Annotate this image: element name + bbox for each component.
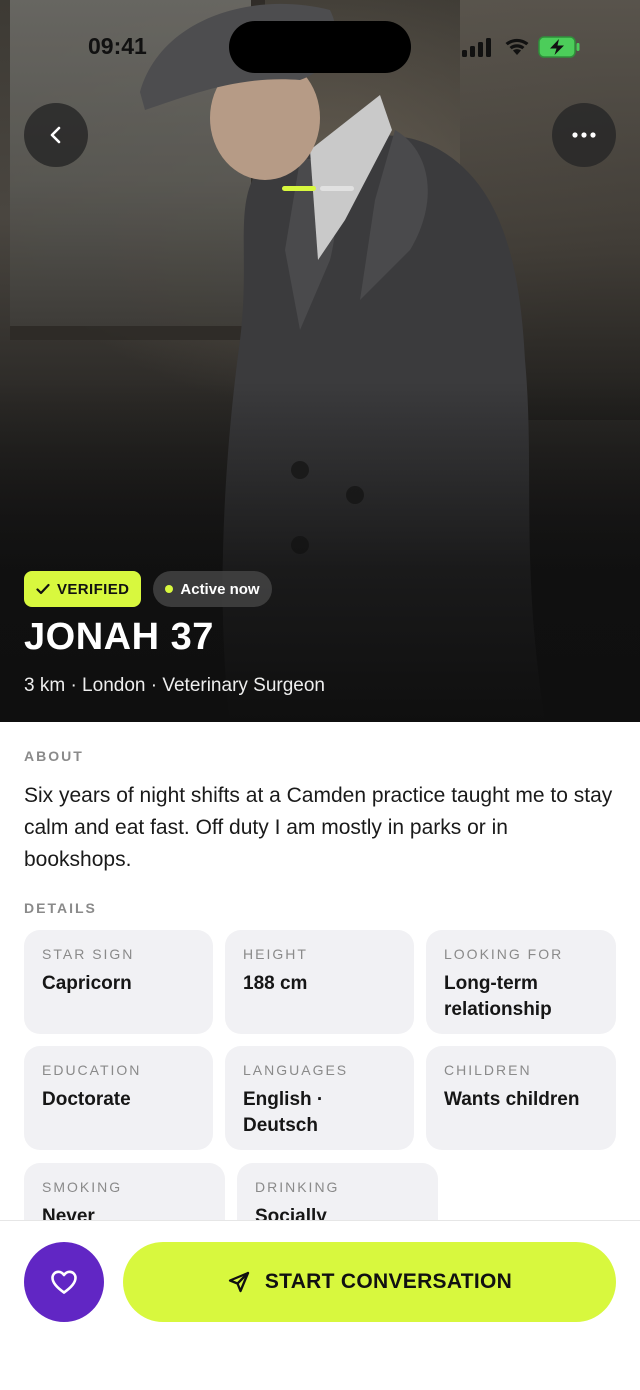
photo-pager: [282, 186, 354, 191]
more-options-button[interactable]: [552, 103, 616, 167]
start-conversation-label: START CONVERSATION: [264, 1270, 513, 1293]
detail-key: EDUCATION: [42, 1062, 142, 1078]
verified-label: VERIFIED: [57, 580, 130, 598]
detail-key: STAR SIGN: [42, 946, 135, 962]
wifi-icon: [505, 38, 529, 55]
active-dot-icon: [165, 585, 174, 593]
detail-card-languages: LANGUAGES English · Deutsch: [225, 1046, 414, 1150]
like-button[interactable]: [24, 1242, 104, 1322]
detail-card-children: CHILDREN Wants children: [426, 1046, 616, 1150]
photo-gradient-overlay: [0, 382, 640, 722]
detail-card-looking-for: LOOKING FOR Long-term relationship: [426, 930, 616, 1034]
details-scroll-clip: SMOKING Never DRINKING Socially: [0, 1150, 640, 1220]
chevron-left-icon: [50, 126, 61, 144]
back-button[interactable]: [24, 103, 88, 167]
detail-value: Wants children: [444, 1089, 580, 1110]
send-icon: [228, 1271, 249, 1293]
detail-value: Never: [42, 1206, 95, 1220]
battery-charging-icon: [538, 36, 580, 58]
heart-icon: [51, 1270, 77, 1294]
detail-value: Doctorate: [42, 1089, 131, 1110]
status-badges: VERIFIED Active now: [24, 571, 272, 607]
profile-subline: 3 km · London · Veterinary Surgeon: [24, 675, 326, 696]
pager-dot[interactable]: [320, 186, 354, 191]
pager-dot-active[interactable]: [282, 186, 316, 191]
detail-card-smoking: SMOKING Never: [24, 1163, 225, 1220]
detail-value: 188 cm: [243, 973, 308, 994]
start-conversation-button[interactable]: START CONVERSATION: [123, 1242, 616, 1322]
dynamic-island: [229, 21, 411, 73]
detail-card-education: EDUCATION Doctorate: [24, 1046, 213, 1150]
details-heading: DETAILS: [24, 900, 97, 916]
detail-key: SMOKING: [42, 1179, 123, 1195]
profile-name: JONAH 37: [24, 616, 214, 658]
active-status-badge: Active now: [153, 571, 272, 607]
detail-value: Long-term relationship: [444, 973, 552, 1020]
detail-key: CHILDREN: [444, 1062, 532, 1078]
verified-badge: VERIFIED: [24, 571, 142, 607]
detail-value: Socially: [255, 1206, 327, 1220]
status-icons: [462, 36, 580, 58]
detail-key: HEIGHT: [243, 946, 308, 962]
detail-card-drinking: DRINKING Socially: [237, 1163, 438, 1220]
status-time: 09:41: [88, 33, 147, 59]
detail-key: LOOKING FOR: [444, 946, 564, 962]
detail-key: LANGUAGES: [243, 1062, 349, 1078]
detail-value: Capricorn: [42, 973, 132, 994]
bottom-bar-divider: [0, 1220, 640, 1221]
detail-card-star-sign: STAR SIGN Capricorn: [24, 930, 213, 1034]
profile-photo[interactable]: [0, 0, 640, 722]
signal-icon: [462, 38, 491, 57]
detail-card-height: HEIGHT 188 cm: [225, 930, 414, 1034]
about-heading: ABOUT: [24, 748, 84, 764]
detail-value: English · Deutsch: [243, 1089, 324, 1136]
about-text: Six years of night shifts at a Camden pr…: [24, 784, 613, 871]
check-icon: [36, 583, 50, 595]
detail-key: DRINKING: [255, 1179, 340, 1195]
active-label: Active now: [180, 580, 260, 598]
more-horizontal-icon: [572, 132, 596, 138]
